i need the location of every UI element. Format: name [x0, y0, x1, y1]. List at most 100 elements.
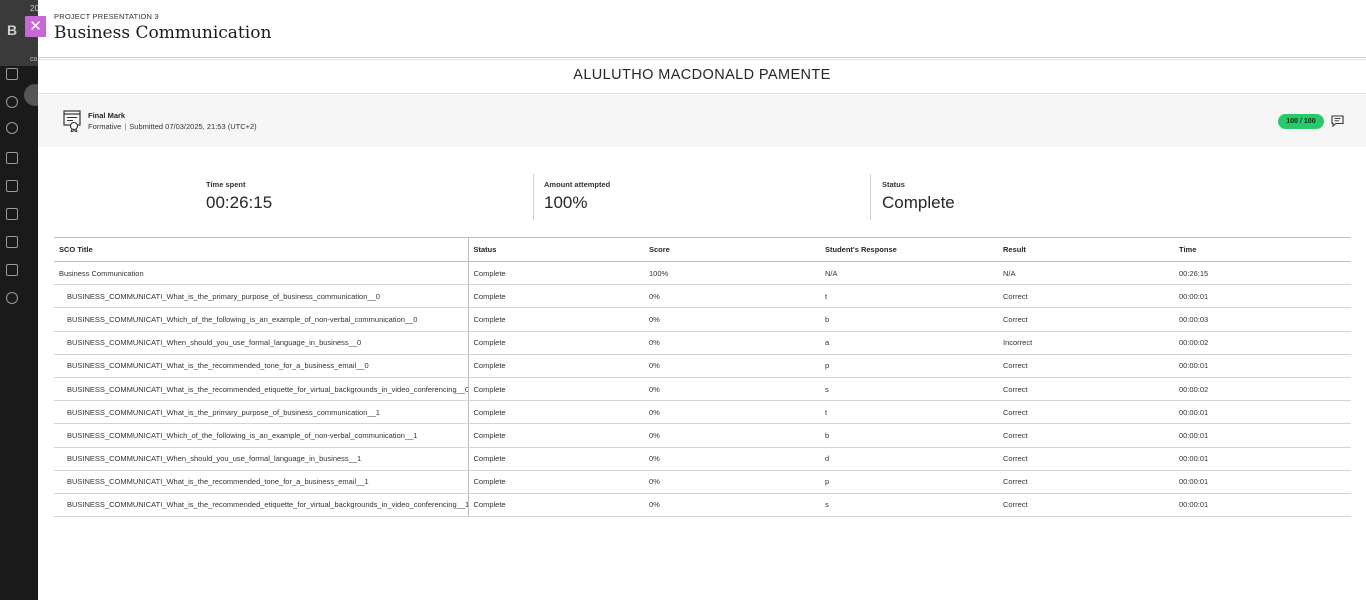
close-button[interactable]: ✕ [25, 16, 46, 37]
cell-time: 00:00:02 [1174, 331, 1351, 355]
cell-response: b [820, 307, 998, 332]
stat-value: 100% [544, 193, 588, 212]
table-row: BUSINESS_COMMUNICATI_What_is_the_recomme… [54, 493, 1351, 518]
cell-time: 00:26:15 [1174, 261, 1351, 286]
close-icon: ✕ [29, 18, 42, 35]
column-header-score: Score [644, 237, 820, 262]
table-row: BUSINESS_COMMUNICATI_What_is_the_recomme… [54, 377, 1351, 402]
cell-sco-title: BUSINESS_COMMUNICATI_When_should_you_use… [54, 447, 469, 471]
grade-pill[interactable]: 100 / 100 [1278, 114, 1324, 129]
sco-table-wrapper: SCO Title Status Score Student's Respons… [54, 237, 1351, 518]
cell-time: 00:00:01 [1174, 447, 1351, 471]
cell-time: 00:00:01 [1174, 354, 1351, 378]
background-text: co [30, 56, 38, 63]
calendar-icon [6, 180, 18, 192]
grade-score: 100 / 100 [1286, 118, 1316, 125]
cell-result: Correct [998, 307, 1174, 332]
cell-status: Complete [468, 423, 644, 448]
cell-response: a [820, 331, 998, 355]
cell-score: 0% [644, 354, 820, 378]
stat-value: Complete [882, 193, 955, 212]
cell-response: t [820, 284, 998, 309]
stat-divider [870, 174, 871, 220]
grade-bar: Final Mark Formative | Submitted 07/03/202… [38, 95, 1366, 147]
page-title: Business Communication [54, 23, 272, 43]
cell-score: 0% [644, 284, 820, 309]
student-bar: ALULUTHO MACDONALD PAMENTE [38, 59, 1366, 94]
grade-type: Formative [88, 122, 122, 131]
globe-icon [6, 122, 18, 134]
cell-result: Correct [998, 493, 1174, 518]
attempt-stats: Time spent 00:26:15 Amount attempted 100… [38, 174, 1366, 222]
stat-label: Time spent [206, 180, 246, 189]
stat-value: 00:26:15 [206, 193, 273, 212]
cell-sco-title: BUSINESS_COMMUNICATI_What_is_the_primary… [54, 284, 469, 309]
column-header-time: Time [1174, 237, 1351, 262]
cell-result: Correct [998, 400, 1174, 425]
feedback-icon[interactable] [1331, 115, 1344, 127]
background-app: 20 B co [0, 0, 40, 600]
cell-sco-title: BUSINESS_COMMUNICATI_What_is_the_recomme… [54, 377, 469, 402]
cell-time: 00:00:01 [1174, 423, 1351, 448]
messages-icon [6, 208, 18, 220]
grade-document-icon [63, 110, 81, 132]
table-row: BUSINESS_COMMUNICATI_What_is_the_recomme… [54, 470, 1351, 494]
cell-status: Complete [468, 331, 644, 355]
cell-response: d [820, 447, 998, 471]
stat-status: Status Complete [882, 174, 955, 220]
student-name: ALULUTHO MACDONALD PAMENTE [573, 67, 831, 83]
cell-sco-title: Business Communication [54, 261, 469, 286]
cell-score: 0% [644, 447, 820, 471]
background-logo-letter: B [7, 22, 18, 38]
stat-label: Amount attempted [544, 180, 611, 189]
cell-status: Complete [468, 447, 644, 471]
cell-status: Complete [468, 284, 644, 309]
cell-response: s [820, 493, 998, 518]
cell-sco-title: BUSINESS_COMMUNICATI_What_is_the_primary… [54, 400, 469, 425]
cell-time: 00:00:03 [1174, 307, 1351, 332]
cell-time: 00:00:01 [1174, 493, 1351, 518]
cell-result: Incorrect [998, 331, 1174, 355]
sco-table: SCO Title Status Score Student's Respons… [54, 237, 1351, 518]
cell-status: Complete [468, 377, 644, 402]
column-header-sco-title: SCO Title [54, 237, 469, 262]
table-row: BUSINESS_COMMUNICATI_What_is_the_primary… [54, 284, 1351, 309]
cell-response: p [820, 354, 998, 378]
cell-result: Correct [998, 470, 1174, 494]
stat-amount-attempted: Amount attempted 100% [544, 174, 610, 220]
cell-response: N/A [820, 261, 998, 286]
table-row: BUSINESS_COMMUNICATI_Which_of_the_follow… [54, 423, 1351, 448]
cell-result: Correct [998, 423, 1174, 448]
column-header-result: Result [998, 237, 1174, 262]
cell-result: Correct [998, 284, 1174, 309]
cell-status: Complete [468, 470, 644, 494]
table-row: BUSINESS_COMMUNICATI_What_is_the_primary… [54, 400, 1351, 425]
institution-icon [6, 68, 18, 80]
grade-details: Formative | Submitted 07/03/2025, 21:53 (U… [88, 122, 257, 131]
separator: | [124, 122, 127, 131]
cell-result: Correct [998, 377, 1174, 402]
cell-result: Correct [998, 354, 1174, 378]
search-icon [6, 96, 18, 108]
column-header-response: Student's Response [820, 237, 998, 262]
grade-label: Final Mark [88, 111, 126, 120]
stat-time-spent: Time spent 00:26:15 [206, 174, 272, 220]
cell-score: 100% [644, 261, 820, 286]
tools-icon [6, 264, 18, 276]
cell-sco-title: BUSINESS_COMMUNICATI_Which_of_the_follow… [54, 423, 469, 448]
cell-time: 00:00:02 [1174, 377, 1351, 402]
grades-icon [6, 236, 18, 248]
table-row: BUSINESS_COMMUNICATI_When_should_you_use… [54, 447, 1351, 471]
stat-divider [533, 174, 534, 220]
cell-score: 0% [644, 331, 820, 355]
cell-response: b [820, 423, 998, 448]
cell-status: Complete [468, 354, 644, 378]
cell-status: Complete [468, 493, 644, 518]
cell-status: Complete [468, 261, 644, 286]
cell-time: 00:00:01 [1174, 470, 1351, 494]
assessment-eyebrow: PROJECT PRESENTATION 3 [54, 12, 159, 21]
cell-result: N/A [998, 261, 1174, 286]
cell-score: 0% [644, 423, 820, 448]
cell-sco-title: BUSINESS_COMMUNICATI_What_is_the_recomme… [54, 470, 469, 494]
stat-label: Status [882, 180, 905, 189]
